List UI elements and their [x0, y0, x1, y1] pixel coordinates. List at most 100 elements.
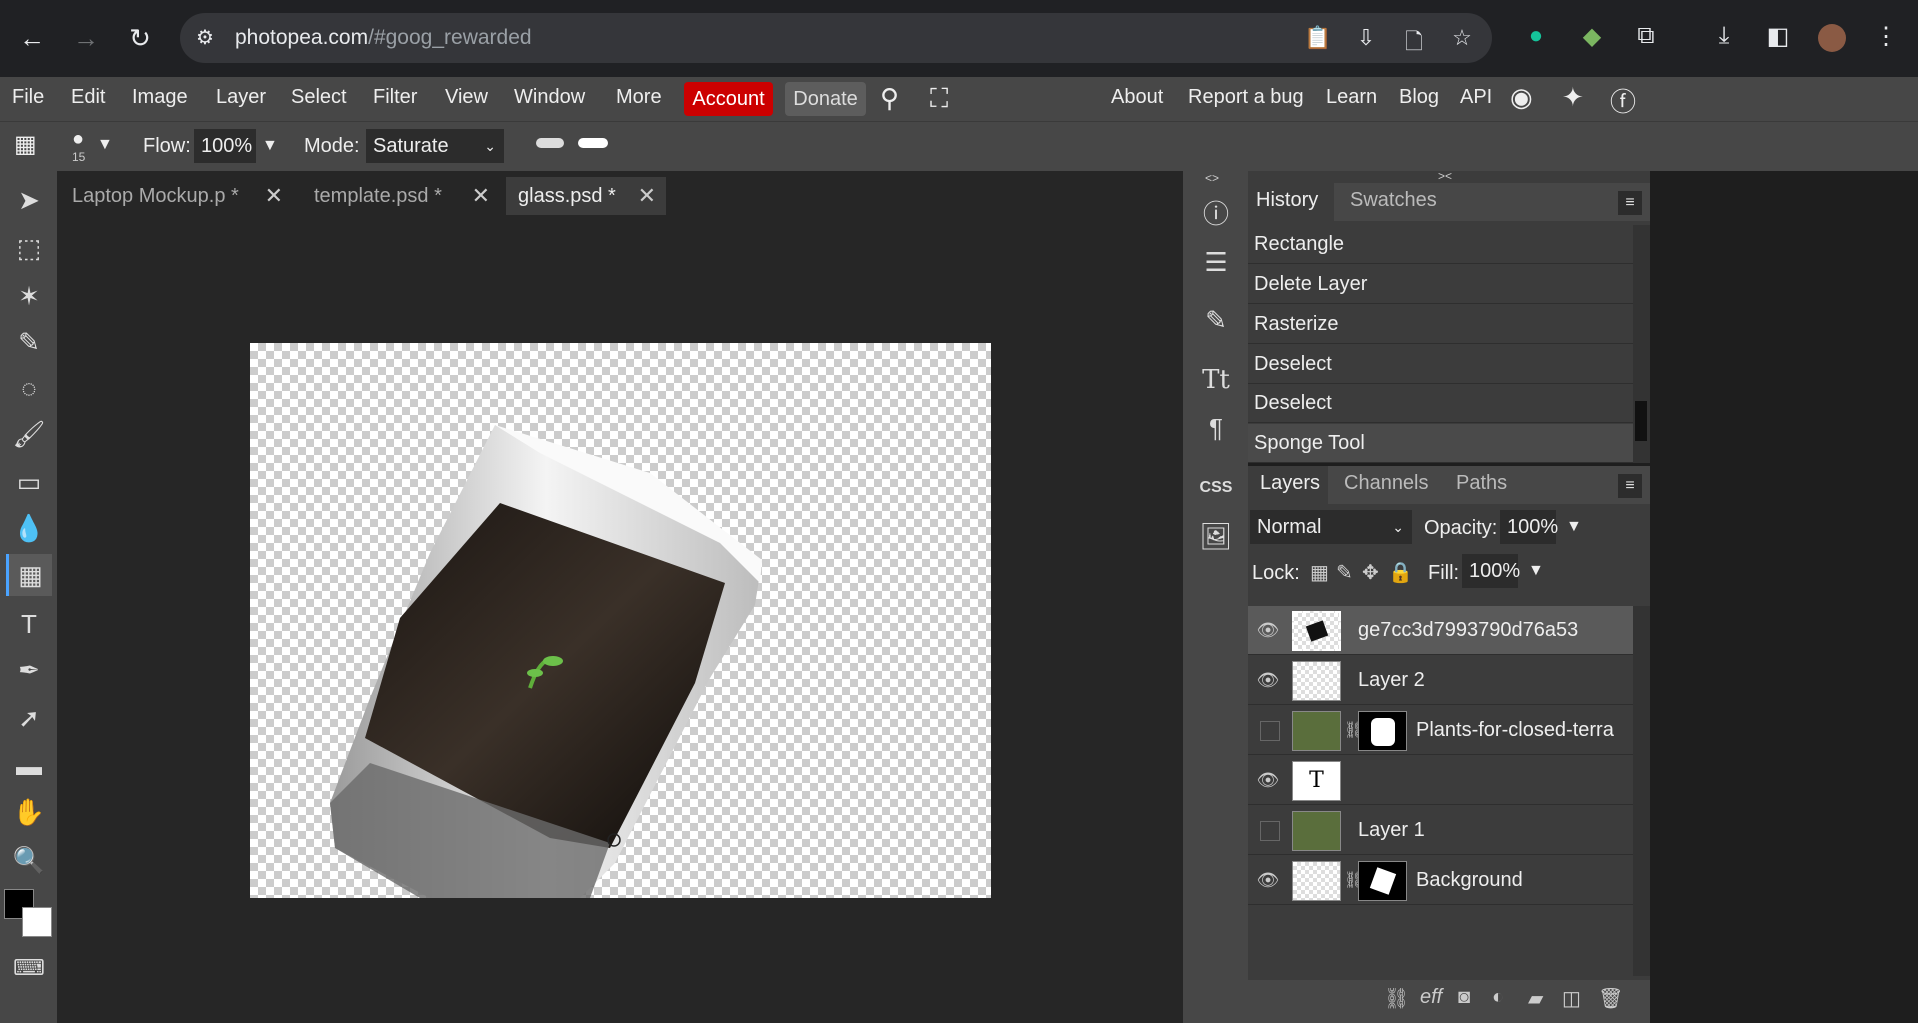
- flow-dropdown-icon[interactable]: ▼: [262, 137, 278, 155]
- menu-more[interactable]: More: [616, 86, 662, 109]
- image-canvas[interactable]: [250, 343, 991, 898]
- rectangle-tool-icon[interactable]: ▬: [6, 745, 52, 787]
- tab-paths[interactable]: Paths: [1456, 472, 1507, 495]
- move-tool-icon[interactable]: ➤: [6, 179, 52, 221]
- fullscreen-icon[interactable]: ⛶: [930, 83, 948, 115]
- layer-row[interactable]: 👁 ge7cc3d7993790d76a53: [1248, 606, 1633, 655]
- install-app-icon[interactable]: ⇩: [1352, 25, 1380, 53]
- site-info-icon[interactable]: ⚙: [192, 25, 218, 51]
- menu-layer[interactable]: Layer: [216, 86, 266, 109]
- soft-brush-icon[interactable]: [536, 138, 564, 148]
- blur-tool-icon[interactable]: 💧: [6, 507, 52, 549]
- flow-input[interactable]: 100%: [194, 129, 256, 163]
- menu-window[interactable]: Window: [514, 86, 585, 109]
- delete-layer-icon[interactable]: 🗑: [1598, 986, 1623, 1011]
- paragraph-icon[interactable]: ¶: [1193, 405, 1239, 451]
- blend-mode-select[interactable]: Normal ⌄: [1250, 510, 1412, 544]
- add-mask-icon[interactable]: ◙: [1458, 986, 1470, 1009]
- profile-avatar[interactable]: [1818, 24, 1846, 52]
- extension-icon[interactable]: ◆: [1576, 22, 1608, 54]
- visibility-toggle[interactable]: [1260, 721, 1280, 741]
- side-panel-icon[interactable]: ◧: [1762, 22, 1794, 54]
- eye-icon[interactable]: 👁: [1256, 870, 1280, 890]
- adjustments-icon[interactable]: ☰: [1193, 239, 1239, 285]
- search-icon[interactable]: ⚲: [880, 83, 899, 114]
- lasso-tool-icon[interactable]: ◌: [6, 367, 52, 409]
- layer-row[interactable]: ⛓ Plants-for-closed-terra: [1248, 706, 1633, 755]
- reload-icon[interactable]: ↻: [120, 18, 160, 58]
- history-item[interactable]: Deselect: [1248, 384, 1633, 423]
- menu-file[interactable]: File: [12, 86, 44, 109]
- panel-menu-icon[interactable]: ≡: [1618, 191, 1642, 215]
- path-select-icon[interactable]: ➚: [6, 697, 52, 739]
- twitter-icon[interactable]: ✦: [1562, 82, 1584, 113]
- menu-learn[interactable]: Learn: [1326, 86, 1377, 109]
- menu-filter[interactable]: Filter: [373, 86, 417, 109]
- zoom-tool-icon[interactable]: 🔍: [6, 839, 52, 881]
- pen-tool-icon[interactable]: ✒: [6, 649, 52, 691]
- character-icon[interactable]: Tt: [1193, 357, 1239, 403]
- menu-api[interactable]: API: [1460, 86, 1492, 109]
- gradient-tool-icon[interactable]: ▭: [6, 461, 52, 503]
- menu-select[interactable]: Select: [291, 86, 347, 109]
- tab-swatches[interactable]: Swatches: [1350, 189, 1437, 212]
- tab-layers[interactable]: Layers: [1260, 472, 1320, 495]
- layer-row[interactable]: 👁 Layer 2: [1248, 656, 1633, 705]
- layer-name[interactable]: Background: [1416, 869, 1523, 892]
- layers-scrollbar[interactable]: [1633, 606, 1650, 976]
- mode-select[interactable]: Saturate ⌄: [366, 129, 504, 163]
- keyboard-icon[interactable]: ⌨: [6, 947, 52, 989]
- eye-icon[interactable]: 👁: [1256, 620, 1280, 640]
- account-button[interactable]: Account: [684, 82, 773, 116]
- menu-report-bug[interactable]: Report a bug: [1188, 86, 1304, 109]
- fill-dropdown-icon[interactable]: ▼: [1528, 562, 1544, 580]
- css-icon[interactable]: CSS: [1193, 465, 1239, 511]
- layer-name[interactable]: Plants-for-closed-terra: [1416, 719, 1632, 742]
- eye-icon[interactable]: 👁: [1256, 670, 1280, 690]
- lock-all-icon[interactable]: 🔒: [1388, 560, 1413, 585]
- info-icon[interactable]: ⓘ: [1193, 191, 1239, 237]
- extensions-puzzle-icon[interactable]: ⧉: [1630, 22, 1662, 54]
- history-scrollbar[interactable]: [1633, 225, 1650, 463]
- reddit-icon[interactable]: ◉: [1510, 82, 1533, 113]
- clipboard-icon[interactable]: 📋: [1304, 25, 1332, 53]
- visibility-toggle[interactable]: [1260, 821, 1280, 841]
- tab-template[interactable]: template.psd * ✕: [302, 177, 500, 215]
- menu-edit[interactable]: Edit: [71, 86, 105, 109]
- new-group-icon[interactable]: ▰: [1528, 986, 1543, 1011]
- image-icon[interactable]: 🖼: [1193, 513, 1239, 559]
- bookmark-star-icon[interactable]: ☆: [1448, 25, 1476, 53]
- opacity-input[interactable]: 100%: [1500, 510, 1558, 544]
- brush-preview-icon[interactable]: ●: [72, 128, 84, 151]
- fill-input[interactable]: 100%: [1462, 554, 1520, 588]
- donate-button[interactable]: Donate: [785, 82, 866, 116]
- facebook-icon[interactable]: ⓕ: [1610, 82, 1636, 119]
- layer-row[interactable]: Layer 1: [1248, 806, 1633, 855]
- download-icon[interactable]: ⤓: [1708, 22, 1740, 54]
- new-layer-icon[interactable]: ◫: [1562, 986, 1581, 1011]
- adjustment-layer-icon[interactable]: ◐: [1492, 986, 1504, 1009]
- page-icon[interactable]: 🗋: [1400, 25, 1428, 54]
- marquee-tool-icon[interactable]: ⬚: [6, 227, 52, 269]
- hard-brush-icon[interactable]: [578, 138, 608, 148]
- lock-transparency-icon[interactable]: ▦: [1310, 560, 1329, 585]
- layer-name[interactable]: Layer 1: [1358, 819, 1425, 842]
- address-bar[interactable]: ⚙ photopea.com/#goog_rewarded 📋 ⇩ 🗋 ☆: [180, 13, 1492, 63]
- back-icon[interactable]: ←: [12, 18, 52, 58]
- type-tool-icon[interactable]: T: [6, 603, 52, 645]
- lock-pixels-icon[interactable]: ✎: [1336, 560, 1353, 585]
- link-layers-icon[interactable]: ⛓: [1384, 986, 1409, 1011]
- opacity-dropdown-icon[interactable]: ▼: [1566, 518, 1582, 536]
- brush-tool-icon[interactable]: 🖌: [6, 413, 52, 455]
- quick-selection-icon[interactable]: ✎: [6, 321, 52, 363]
- history-item-current[interactable]: Sponge Tool: [1248, 424, 1633, 463]
- sponge-tool-icon[interactable]: ▦: [6, 554, 52, 596]
- layer-row[interactable]: 👁 ⛓ Background: [1248, 856, 1633, 905]
- menu-view[interactable]: View: [445, 86, 488, 109]
- collapse-left-icon[interactable]: <>: [1205, 171, 1219, 185]
- brush-dropdown-icon[interactable]: ▼: [97, 136, 113, 154]
- menu-image[interactable]: Image: [132, 86, 188, 109]
- grammarly-icon[interactable]: ●: [1520, 22, 1552, 54]
- close-icon[interactable]: ✕: [265, 177, 283, 215]
- layer-effects-icon[interactable]: eff: [1420, 986, 1442, 1009]
